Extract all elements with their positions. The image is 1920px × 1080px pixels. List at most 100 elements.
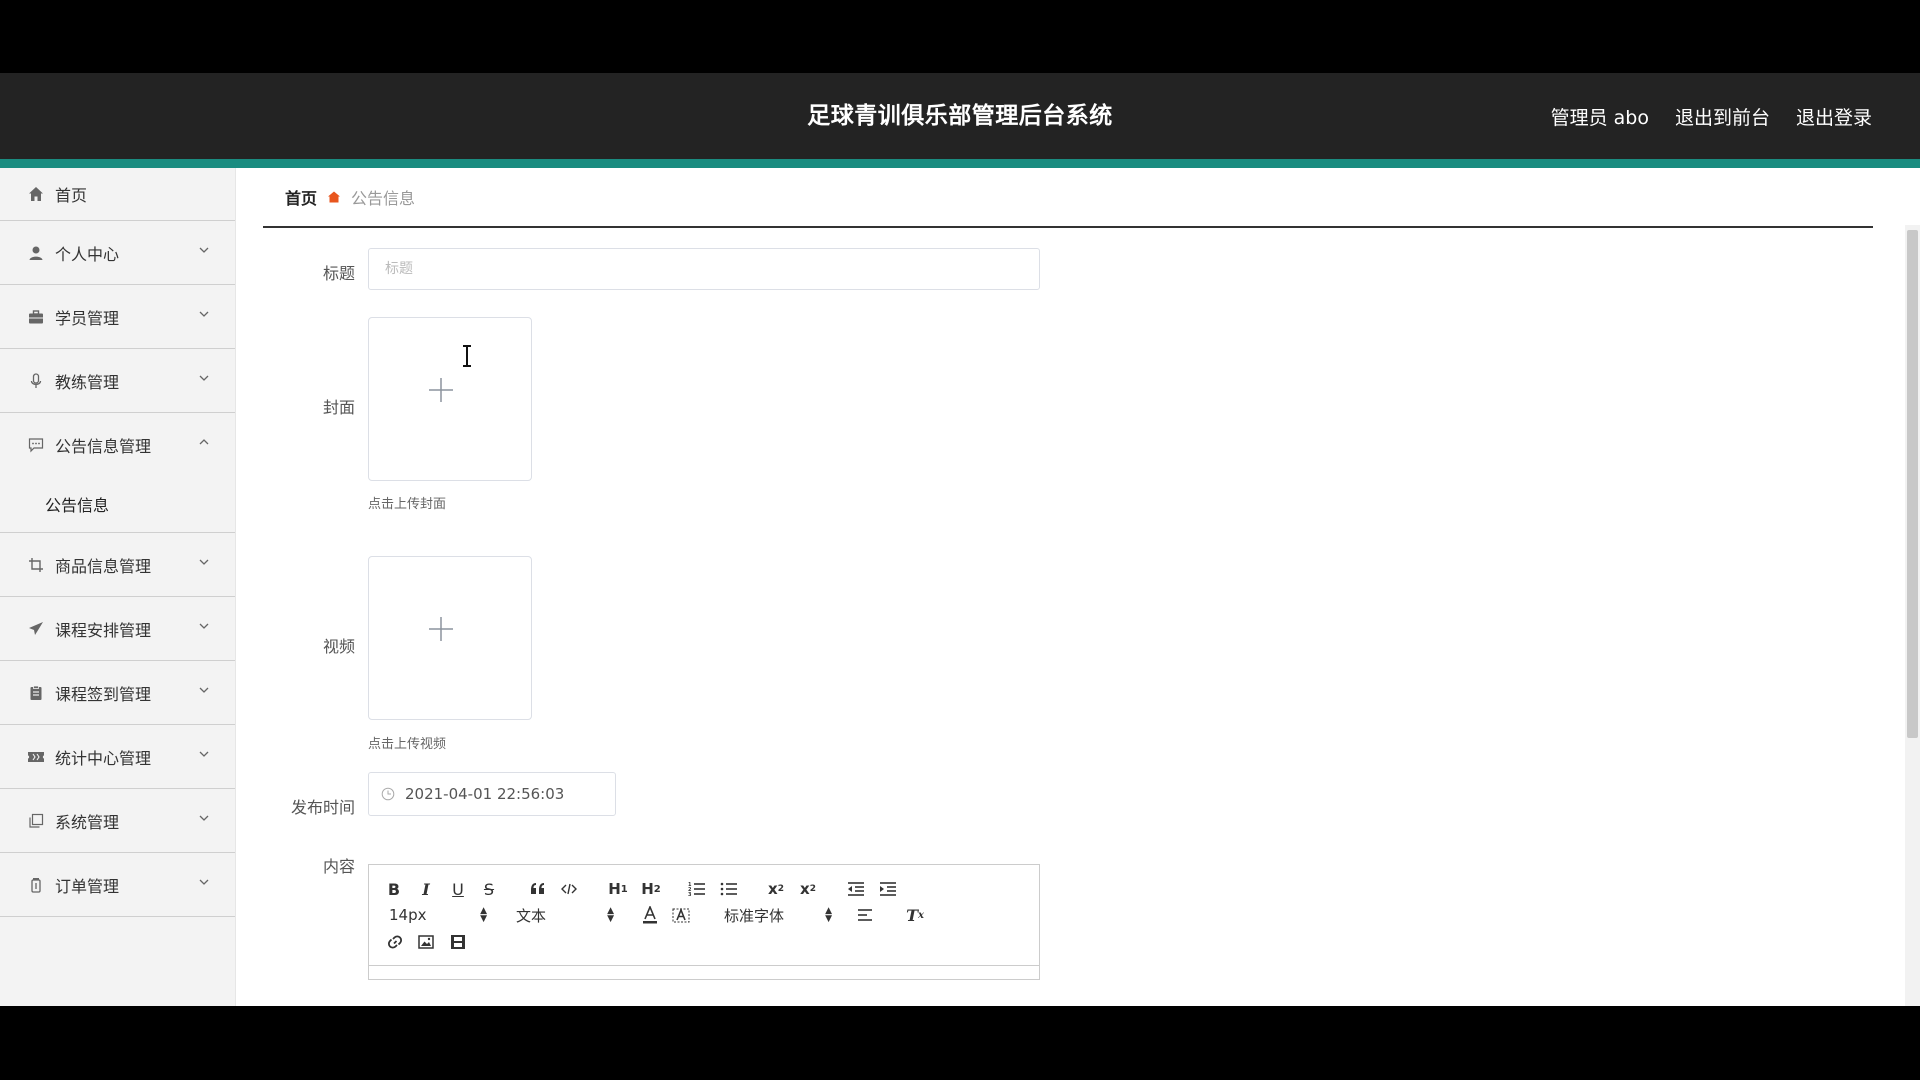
sidebar-item-label: 商品信息管理 [55,556,152,576]
text-cursor-icon [463,345,471,367]
sidebar-item-notice-management[interactable]: 公告信息管理 [0,413,235,476]
home-separator-icon [328,191,341,203]
main-content: 首页 公告信息 标题 封面 点击上传封面 视频 点击上传视频 发布时间 2021… [263,168,1873,1006]
heading1-icon[interactable]: H1 [607,878,629,900]
chevron-down-icon [199,751,209,757]
chevron-up-icon [199,439,209,445]
send-icon [27,620,45,638]
strike-icon[interactable]: S [480,878,498,900]
editor-toolbar: B I U S H1 H2 123 x2 x2 14px ▲ ▼ 文本 ▲ ▼ … [369,865,1039,966]
chevron-down-icon [199,311,209,317]
chevron-down-icon [199,879,209,885]
chevron-down-icon [199,687,209,693]
plus-icon [429,378,453,402]
page-scrollbar-thumb[interactable] [1907,230,1918,738]
superscript-icon[interactable]: x2 [798,878,818,900]
code-block-icon[interactable] [559,878,579,900]
chevron-down-icon [199,623,209,629]
header-select[interactable]: 文本 ▲ ▼ [516,904,614,926]
home-icon [27,185,45,203]
user-icon [27,244,45,262]
exit-to-front-link[interactable]: 退出到前台 [1675,103,1770,130]
sidebar-item-statistics[interactable]: 统计中心管理 [0,725,235,789]
current-user-label: 管理员 abo [1550,106,1649,129]
sidebar-item-label: 订单管理 [55,876,120,896]
sidebar-item-orders[interactable]: 订单管理 [0,853,235,917]
sidebar-item-label: 个人中心 [55,244,120,264]
sidebar-item-personal-center[interactable]: 个人中心 [0,221,235,285]
sidebar-item-coaches[interactable]: 教练管理 [0,349,235,413]
crop-icon [27,556,45,574]
image-icon[interactable] [416,931,436,953]
chevron-down-icon [199,815,209,821]
sidebar-item-label: 统计中心管理 [55,748,152,768]
video-upload-hint: 点击上传视频 [368,737,447,752]
sidebar-item-product-management[interactable]: 商品信息管理 [0,533,235,597]
breadcrumb: 首页 公告信息 [263,168,1873,228]
sidebar-subitem-notice-info[interactable]: 公告信息 [0,476,235,533]
sidebar-item-home[interactable]: 首页 [0,168,235,221]
title-label: 标题 [322,264,355,283]
ticket-icon [27,748,45,766]
logout-link[interactable]: 退出登录 [1796,103,1872,130]
sidebar: 首页 个人中心 学员管理 教练管理 公告信息管理 公告信息 商品信息管理 课程安… [0,168,236,1006]
bullet-list-icon[interactable] [719,878,739,900]
publish-time-label: 发布时间 [290,798,355,817]
link-icon[interactable] [385,931,405,953]
outdent-icon[interactable] [846,878,866,900]
video-upload-box[interactable] [368,556,532,720]
copy-icon [27,812,45,830]
cover-upload-box[interactable] [368,317,532,481]
clear-format-icon[interactable]: Tx [904,904,926,926]
publish-time-picker[interactable]: 2021-04-01 22:56:03 [368,772,616,816]
sidebar-item-label: 学员管理 [55,308,120,328]
sidebar-item-label: 首页 [55,186,88,205]
sidebar-item-label: 公告信息管理 [55,436,152,456]
select-arrows-icon: ▲ ▼ [480,906,487,924]
font-size-value: 14px [389,906,427,924]
bold-icon[interactable]: B [385,878,403,900]
italic-icon[interactable]: I [417,878,435,900]
font-family-value: 标准字体 [724,906,785,925]
ordered-list-icon[interactable]: 123 [687,878,707,900]
rich-text-editor: B I U S H1 H2 123 x2 x2 14px ▲ ▼ 文本 ▲ ▼ … [368,864,1040,980]
breadcrumb-home[interactable]: 首页 [285,185,317,209]
header-accent-bar [0,159,1920,168]
sidebar-item-course-schedule[interactable]: 课程安排管理 [0,597,235,661]
select-arrows-icon: ▲ ▼ [607,906,614,924]
sidebar-item-system[interactable]: 系统管理 [0,789,235,853]
breadcrumb-current: 公告信息 [351,189,416,208]
font-size-select[interactable]: 14px ▲ ▼ [389,904,487,926]
blockquote-icon[interactable] [528,878,548,900]
microphone-icon [27,372,45,390]
cover-label: 封面 [322,398,355,417]
title-input[interactable] [368,248,1040,290]
video-icon[interactable] [448,931,468,953]
bottle-icon [27,876,45,894]
subscript-icon[interactable]: x2 [766,878,786,900]
chat-icon [27,436,45,454]
content-label: 内容 [322,857,355,876]
video-label: 视频 [322,637,355,656]
underline-icon[interactable]: U [449,878,467,900]
heading2-icon[interactable]: H2 [640,878,662,900]
align-icon[interactable] [855,904,875,926]
chevron-down-icon [199,247,209,253]
text-color-icon[interactable] [640,904,660,926]
indent-icon[interactable] [878,878,898,900]
svg-text:3: 3 [688,892,692,897]
sidebar-item-label: 系统管理 [55,812,120,832]
chevron-down-icon [199,375,209,381]
publish-time-value: 2021-04-01 22:56:03 [405,785,565,803]
background-color-icon[interactable] [671,904,691,926]
font-family-select[interactable]: 标准字体 ▲ ▼ [724,904,832,926]
clipboard-icon [27,684,45,702]
plus-icon [429,617,453,641]
sidebar-item-students[interactable]: 学员管理 [0,285,235,349]
select-arrows-icon: ▲ ▼ [825,906,832,924]
clock-icon [381,787,395,801]
header-select-value: 文本 [516,906,547,925]
sidebar-item-label: 课程安排管理 [55,620,152,640]
sidebar-item-course-checkin[interactable]: 课程签到管理 [0,661,235,725]
top-header: 足球青训俱乐部管理后台系统 管理员 abo 退出到前台 退出登录 [0,73,1920,159]
